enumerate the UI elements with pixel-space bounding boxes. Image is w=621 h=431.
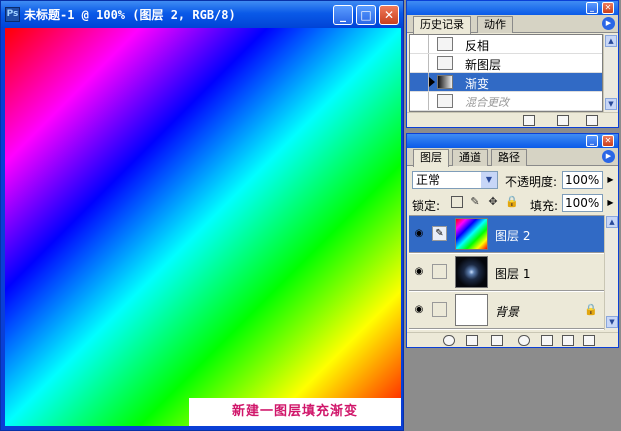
new-document-from-state-icon[interactable] bbox=[523, 115, 535, 126]
image-canvas[interactable] bbox=[5, 28, 401, 426]
brush-edit-icon[interactable]: ✎ bbox=[432, 226, 447, 241]
layer-thumbnail bbox=[455, 218, 488, 250]
history-item-invert[interactable]: 反相 bbox=[410, 35, 602, 54]
layer-style-icon[interactable] bbox=[466, 335, 478, 346]
history-menu-arrow-icon[interactable]: ▶ bbox=[602, 17, 615, 30]
history-item-label: 新图层 bbox=[465, 58, 502, 72]
scroll-down-icon[interactable]: ▼ bbox=[606, 316, 618, 328]
history-tabs: 历史记录 动作 ▶ bbox=[407, 15, 618, 34]
tab-layers[interactable]: 图层 bbox=[413, 149, 449, 167]
history-list: 反相 新图层 渐变 混合更改 bbox=[409, 34, 603, 112]
fill-input[interactable]: 100% bbox=[562, 194, 603, 212]
photoshop-workspace: Ps 未标题-1 @ 100% (图层 2, RGB/8) _ □ ✕ 新建一图… bbox=[0, 0, 621, 431]
fill-slider-arrow-icon[interactable]: ▶ bbox=[604, 194, 617, 212]
adjustment-layer-icon[interactable] bbox=[518, 335, 530, 346]
history-palette: _ ✕ 历史记录 动作 ▶ 反相 新图层 渐变 混合更改 ▲ ▼ bbox=[406, 0, 619, 128]
history-state-marker-icon[interactable] bbox=[429, 77, 435, 87]
gradient-step-icon bbox=[437, 75, 453, 89]
layer-row-layer-2[interactable]: ◉ ✎ 图层 2 bbox=[409, 216, 604, 253]
chevron-down-icon[interactable]: ▼ bbox=[481, 172, 497, 188]
tab-paths[interactable]: 路径 bbox=[491, 149, 527, 166]
minimize-button[interactable]: _ bbox=[333, 5, 353, 25]
tab-history[interactable]: 历史记录 bbox=[413, 16, 471, 34]
lock-image-brush-icon[interactable]: ✎ bbox=[469, 196, 481, 208]
photoshop-app-icon: Ps bbox=[5, 7, 20, 22]
layer-link-box[interactable] bbox=[432, 264, 447, 279]
trash-icon[interactable] bbox=[586, 115, 598, 126]
eye-visibility-icon[interactable]: ◉ bbox=[412, 304, 426, 316]
lock-label: 锁定: bbox=[412, 199, 441, 213]
close-button[interactable]: ✕ bbox=[379, 5, 399, 25]
layer-row-layer-1[interactable]: ◉ 图层 1 bbox=[409, 254, 604, 291]
tab-channels[interactable]: 通道 bbox=[452, 149, 488, 166]
layer-name[interactable]: 图层 1 bbox=[495, 265, 530, 282]
fill-label: 填充: bbox=[530, 199, 559, 213]
history-item-gradient[interactable]: 渐变 bbox=[410, 73, 602, 92]
add-mask-icon[interactable] bbox=[491, 335, 503, 346]
history-item-blend-change[interactable]: 混合更改 bbox=[410, 92, 602, 111]
caption-label: 新建一图层填充渐变 bbox=[189, 398, 401, 426]
history-item-label: 渐变 bbox=[465, 77, 490, 91]
history-close-button[interactable]: ✕ bbox=[602, 2, 614, 14]
history-item-label: 反相 bbox=[465, 39, 490, 53]
layers-close-button[interactable]: ✕ bbox=[602, 135, 614, 147]
trash-icon[interactable] bbox=[583, 335, 595, 346]
scroll-down-icon[interactable]: ▼ bbox=[605, 98, 617, 110]
layer-link-box[interactable] bbox=[432, 302, 447, 317]
tab-actions[interactable]: 动作 bbox=[477, 16, 513, 33]
new-layer-icon[interactable] bbox=[562, 335, 574, 346]
scroll-up-icon[interactable]: ▲ bbox=[605, 35, 617, 47]
history-minimize-button[interactable]: _ bbox=[586, 2, 598, 14]
maximize-button[interactable]: □ bbox=[356, 5, 376, 25]
document-title: 未标题-1 @ 100% (图层 2, RGB/8) bbox=[24, 8, 236, 22]
layer-name[interactable]: 背景 bbox=[495, 303, 519, 320]
history-scrollbar[interactable]: ▲ ▼ bbox=[603, 34, 617, 112]
history-snapshot-checkbox[interactable] bbox=[410, 35, 429, 53]
lock-position-move-icon[interactable]: ✥ bbox=[487, 196, 499, 208]
layers-minimize-button[interactable]: _ bbox=[586, 135, 598, 147]
opacity-input[interactable]: 100% bbox=[562, 171, 603, 189]
layer-thumbnail bbox=[455, 256, 488, 288]
history-item-new-layer[interactable]: 新图层 bbox=[410, 54, 602, 73]
link-layers-icon[interactable] bbox=[443, 335, 455, 346]
step-icon bbox=[437, 56, 453, 70]
layer-row-background[interactable]: ◉ 背景 🔒 bbox=[409, 292, 604, 329]
layers-palette-titlebar[interactable]: _ ✕ bbox=[407, 134, 618, 148]
history-item-label: 混合更改 bbox=[465, 96, 509, 109]
new-group-folder-icon[interactable] bbox=[541, 335, 553, 346]
opacity-label: 不透明度: bbox=[505, 175, 558, 189]
layer-name[interactable]: 图层 2 bbox=[495, 227, 530, 244]
layers-tabs: 图层 通道 路径 ▶ bbox=[407, 148, 618, 167]
blend-mode-select[interactable]: 正常 ▼ bbox=[412, 171, 498, 189]
layer-thumbnail bbox=[455, 294, 488, 326]
snapshot-camera-icon[interactable] bbox=[557, 115, 569, 126]
step-icon bbox=[437, 37, 453, 51]
lock-transparency-icon[interactable] bbox=[451, 196, 463, 208]
history-palette-titlebar[interactable]: _ ✕ bbox=[407, 1, 618, 15]
opacity-slider-arrow-icon[interactable]: ▶ bbox=[604, 171, 617, 189]
layer-list: ◉ ✎ 图层 2 ◉ 图层 1 ◉ 背景 🔒 bbox=[409, 215, 604, 330]
layers-menu-arrow-icon[interactable]: ▶ bbox=[602, 150, 615, 163]
layers-palette: _ ✕ 图层 通道 路径 ▶ 正常 ▼ 不透明度: 100% ▶ 锁定: ✎ ✥… bbox=[406, 133, 619, 348]
history-snapshot-checkbox[interactable] bbox=[410, 54, 429, 72]
lock-all-icon[interactable]: 🔒 bbox=[505, 196, 519, 208]
eye-visibility-icon[interactable]: ◉ bbox=[412, 228, 426, 240]
eye-visibility-icon[interactable]: ◉ bbox=[412, 266, 426, 278]
layers-footer bbox=[407, 332, 618, 347]
history-footer bbox=[407, 112, 618, 127]
history-snapshot-checkbox[interactable] bbox=[410, 92, 429, 110]
history-snapshot-checkbox[interactable] bbox=[410, 73, 429, 91]
lock-icon: 🔒 bbox=[584, 303, 598, 316]
layers-scrollbar[interactable]: ▲ ▼ bbox=[604, 215, 618, 330]
document-titlebar[interactable]: Ps 未标题-1 @ 100% (图层 2, RGB/8) _ □ ✕ bbox=[1, 1, 403, 28]
blend-mode-value: 正常 bbox=[416, 173, 441, 187]
step-icon bbox=[437, 94, 453, 108]
document-window: Ps 未标题-1 @ 100% (图层 2, RGB/8) _ □ ✕ 新建一图… bbox=[0, 0, 404, 431]
scroll-up-icon[interactable]: ▲ bbox=[606, 216, 618, 228]
